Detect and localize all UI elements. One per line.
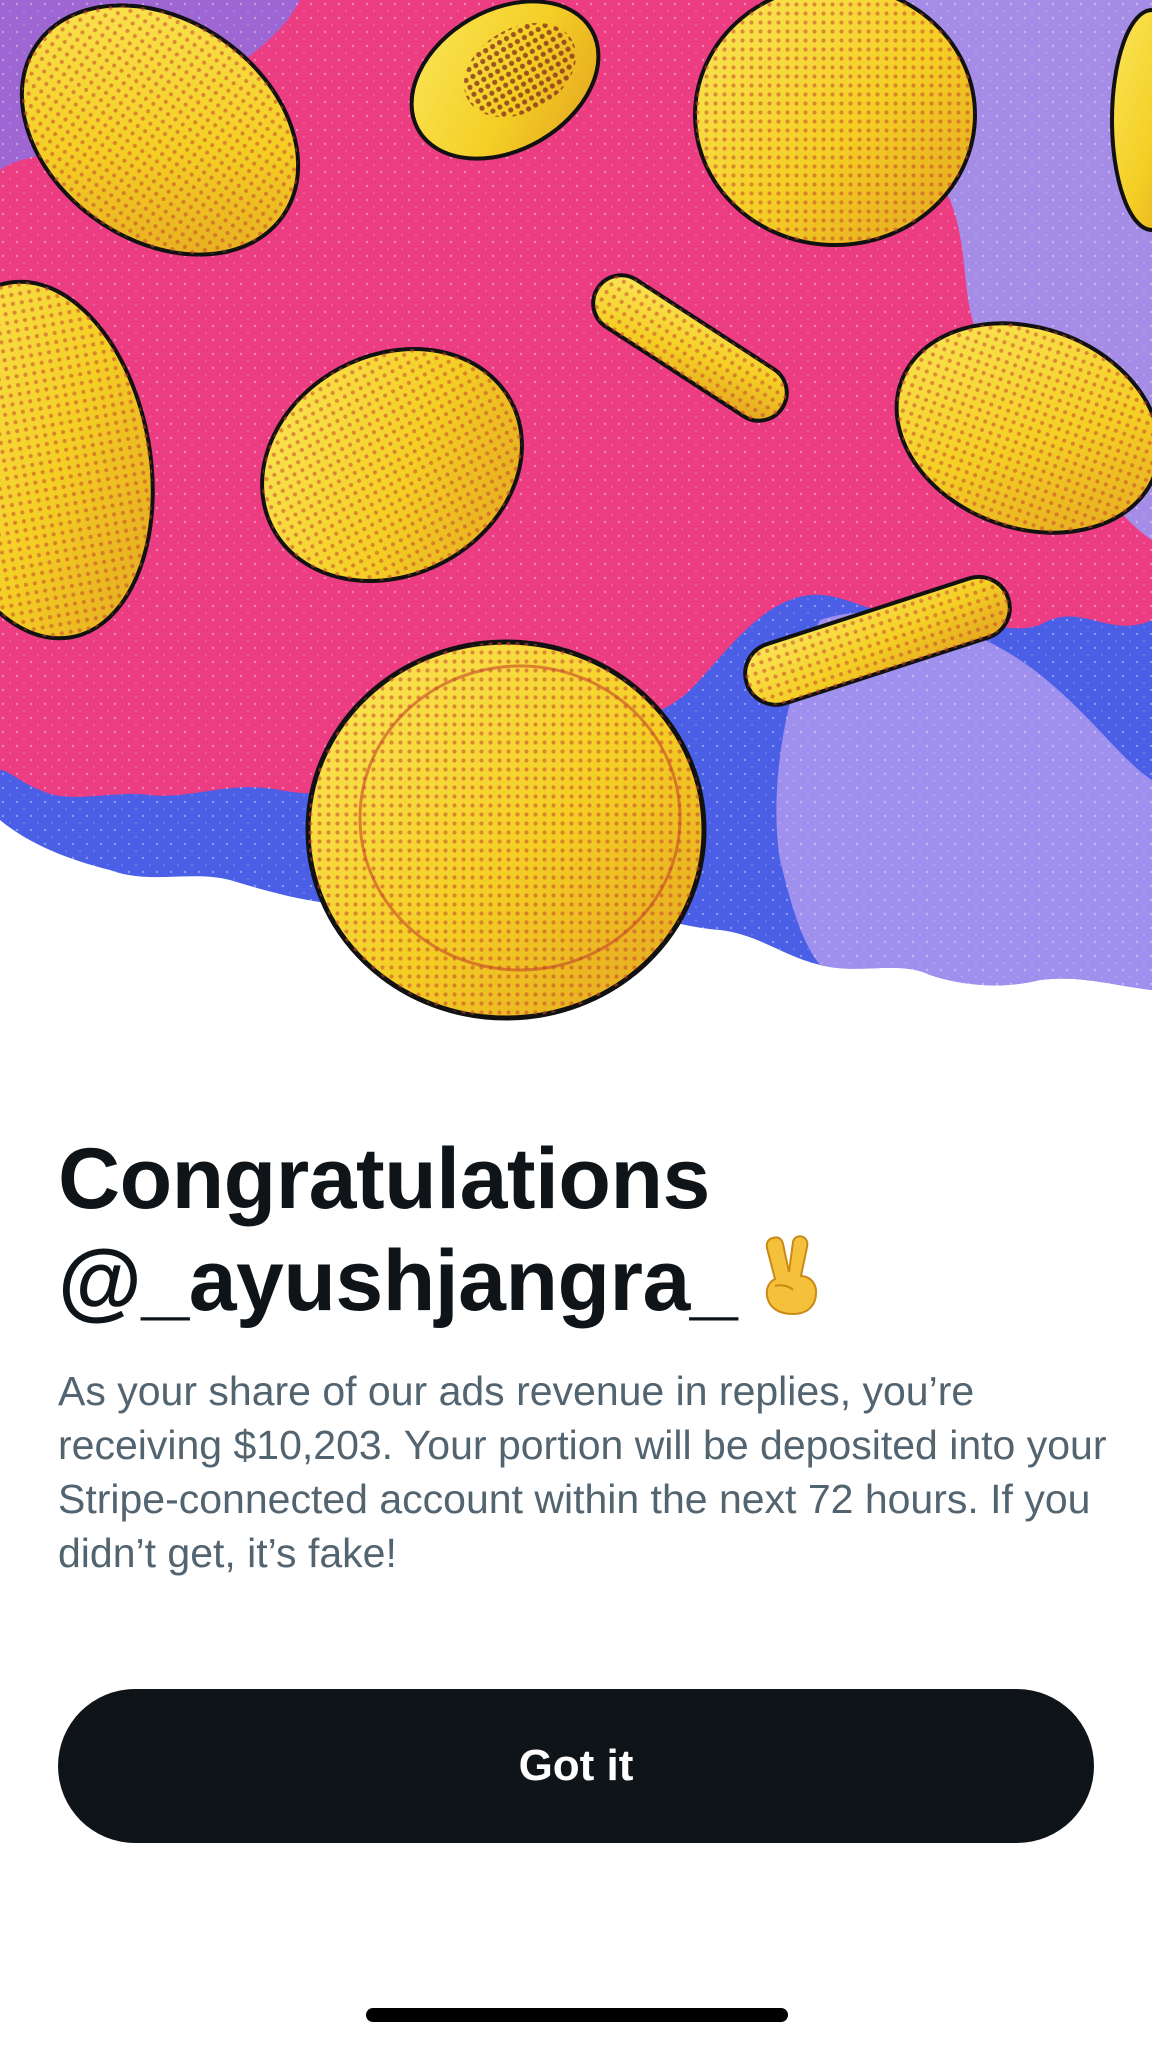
victory-hand-icon (759, 1234, 821, 1338)
congratulations-title: Congratulations @_ayushjangra_ (58, 1128, 1098, 1338)
home-indicator[interactable] (366, 2008, 788, 2022)
username: @_ayushjangra_ (58, 1233, 738, 1329)
title-username-line: @_ayushjangra_ (58, 1230, 1098, 1338)
coin-icon (305, 639, 707, 1021)
title-heading: Congratulations (58, 1131, 710, 1227)
reward-description: As your share of our ads revenue in repl… (58, 1368, 1107, 1576)
got-it-button[interactable]: Got it (58, 1689, 1094, 1843)
hero-illustration (0, 0, 1152, 1040)
coin-icon (693, 0, 977, 247)
